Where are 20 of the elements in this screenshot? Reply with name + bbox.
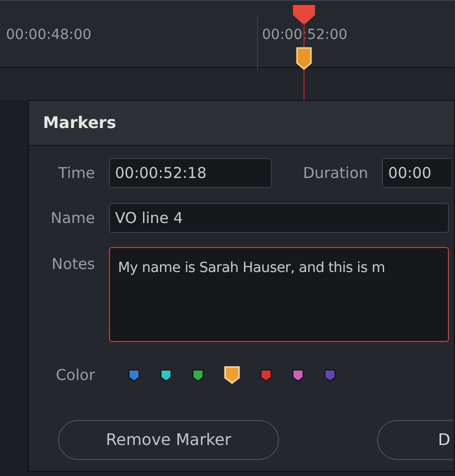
dialog-button[interactable]: Remove Marker — [58, 420, 279, 460]
dialog-title: Markers — [43, 112, 116, 134]
color-label: Color — [54, 365, 96, 386]
notes-label: Notes — [50, 254, 96, 275]
color-swatch[interactable] — [160, 368, 172, 382]
time-field[interactable]: 00:00:52:18 — [109, 158, 272, 188]
duration-field[interactable]: 00:00 — [382, 158, 452, 188]
duration-label: Duration — [303, 162, 368, 184]
name-field[interactable]: VO line 4 — [109, 203, 449, 233]
name-label: Name — [50, 208, 96, 229]
color-swatch[interactable] — [192, 368, 204, 382]
notes-field[interactable]: My name is Sarah Hauser, and this is m — [109, 247, 449, 342]
marker-icon[interactable] — [294, 47, 314, 70]
color-swatch[interactable] — [324, 368, 336, 382]
color-swatch[interactable] — [128, 368, 140, 382]
color-swatch[interactable] — [292, 368, 304, 382]
timecode: 00:00:48:00 — [6, 26, 92, 45]
color-swatch[interactable] — [260, 368, 272, 382]
time-label: Time — [57, 162, 96, 184]
dialog-button[interactable]: D — [377, 420, 453, 460]
